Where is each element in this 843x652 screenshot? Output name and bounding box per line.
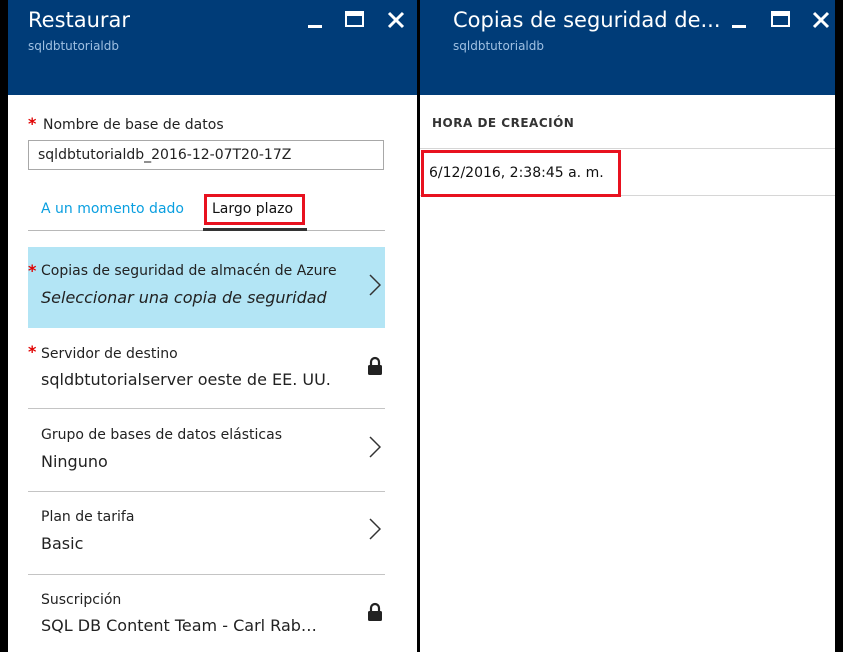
blade-subtitle: sqldbtutorialdb [28,39,119,53]
tab-point-in-time[interactable]: A un momento dado [41,201,184,217]
minimize-icon[interactable] [306,10,326,30]
vault-backups-label: Copias de seguridad de almacén de Azure [41,263,337,279]
lock-icon [368,602,382,621]
required-marker: * [28,114,37,133]
blade-header: Copias de seguridad de... sqldbtutoriald… [420,0,835,95]
database-name-input[interactable] [28,140,384,170]
lock-icon [368,356,382,375]
table-row-divider [420,195,835,196]
column-header-creation-time: HORA DE CREACIÓN [432,116,575,130]
close-icon[interactable] [811,10,831,30]
vault-backups-selector[interactable]: * Copias de seguridad de almacén de Azur… [28,247,385,328]
row-divider [28,408,385,409]
row-divider [28,491,385,492]
chevron-right-icon [369,436,381,458]
pricing-tier-label: Plan de tarifa [41,509,135,525]
elastic-pool-label: Grupo de bases de datos elásticas [41,427,282,443]
elastic-pool-value: Ninguno [41,452,108,471]
close-icon[interactable] [386,10,406,30]
target-server-value: sqldbtutorialserver oeste de EE. UU. [41,370,331,389]
maximize-icon[interactable] [770,10,790,30]
backup-row-created[interactable]: 6/12/2016, 2:38:45 a. m. [429,165,604,181]
target-server-field: * Servidor de destino sqldbtutorialserve… [28,330,385,408]
table-header-divider [420,148,835,149]
database-name-label: Nombre de base de datos [43,117,224,133]
pricing-tier-selector[interactable]: Plan de tarifa Basic [28,493,385,573]
chevron-right-icon [369,518,381,540]
blade-title: Copias de seguridad de... [453,8,721,32]
restore-blade: Restaurar sqldbtutorialdb * Nombre de ba… [8,0,417,652]
subscription-value: SQL DB Content Team - Carl Rab… [41,616,317,635]
required-marker: * [28,261,37,280]
minimize-icon[interactable] [730,10,750,30]
blade-header: Restaurar sqldbtutorialdb [8,0,417,95]
subscription-label: Suscripción [41,592,122,608]
subscription-field: Suscripción SQL DB Content Team - Carl R… [28,576,385,652]
pricing-tier-value: Basic [41,534,84,553]
elastic-pool-selector[interactable]: Grupo de bases de datos elásticas Ningun… [28,410,385,490]
backups-blade: Copias de seguridad de... sqldbtutoriald… [420,0,835,652]
active-tab-indicator [203,228,307,231]
maximize-icon[interactable] [344,10,364,30]
required-marker: * [28,342,37,361]
vault-backups-value: Seleccionar una copia de seguridad [41,288,327,307]
row-divider [28,574,385,575]
target-server-label: Servidor de destino [41,346,178,362]
chevron-right-icon [369,274,381,296]
blade-subtitle: sqldbtutorialdb [453,39,544,53]
blade-title: Restaurar [28,8,131,32]
tab-long-term[interactable]: Largo plazo [212,201,293,217]
